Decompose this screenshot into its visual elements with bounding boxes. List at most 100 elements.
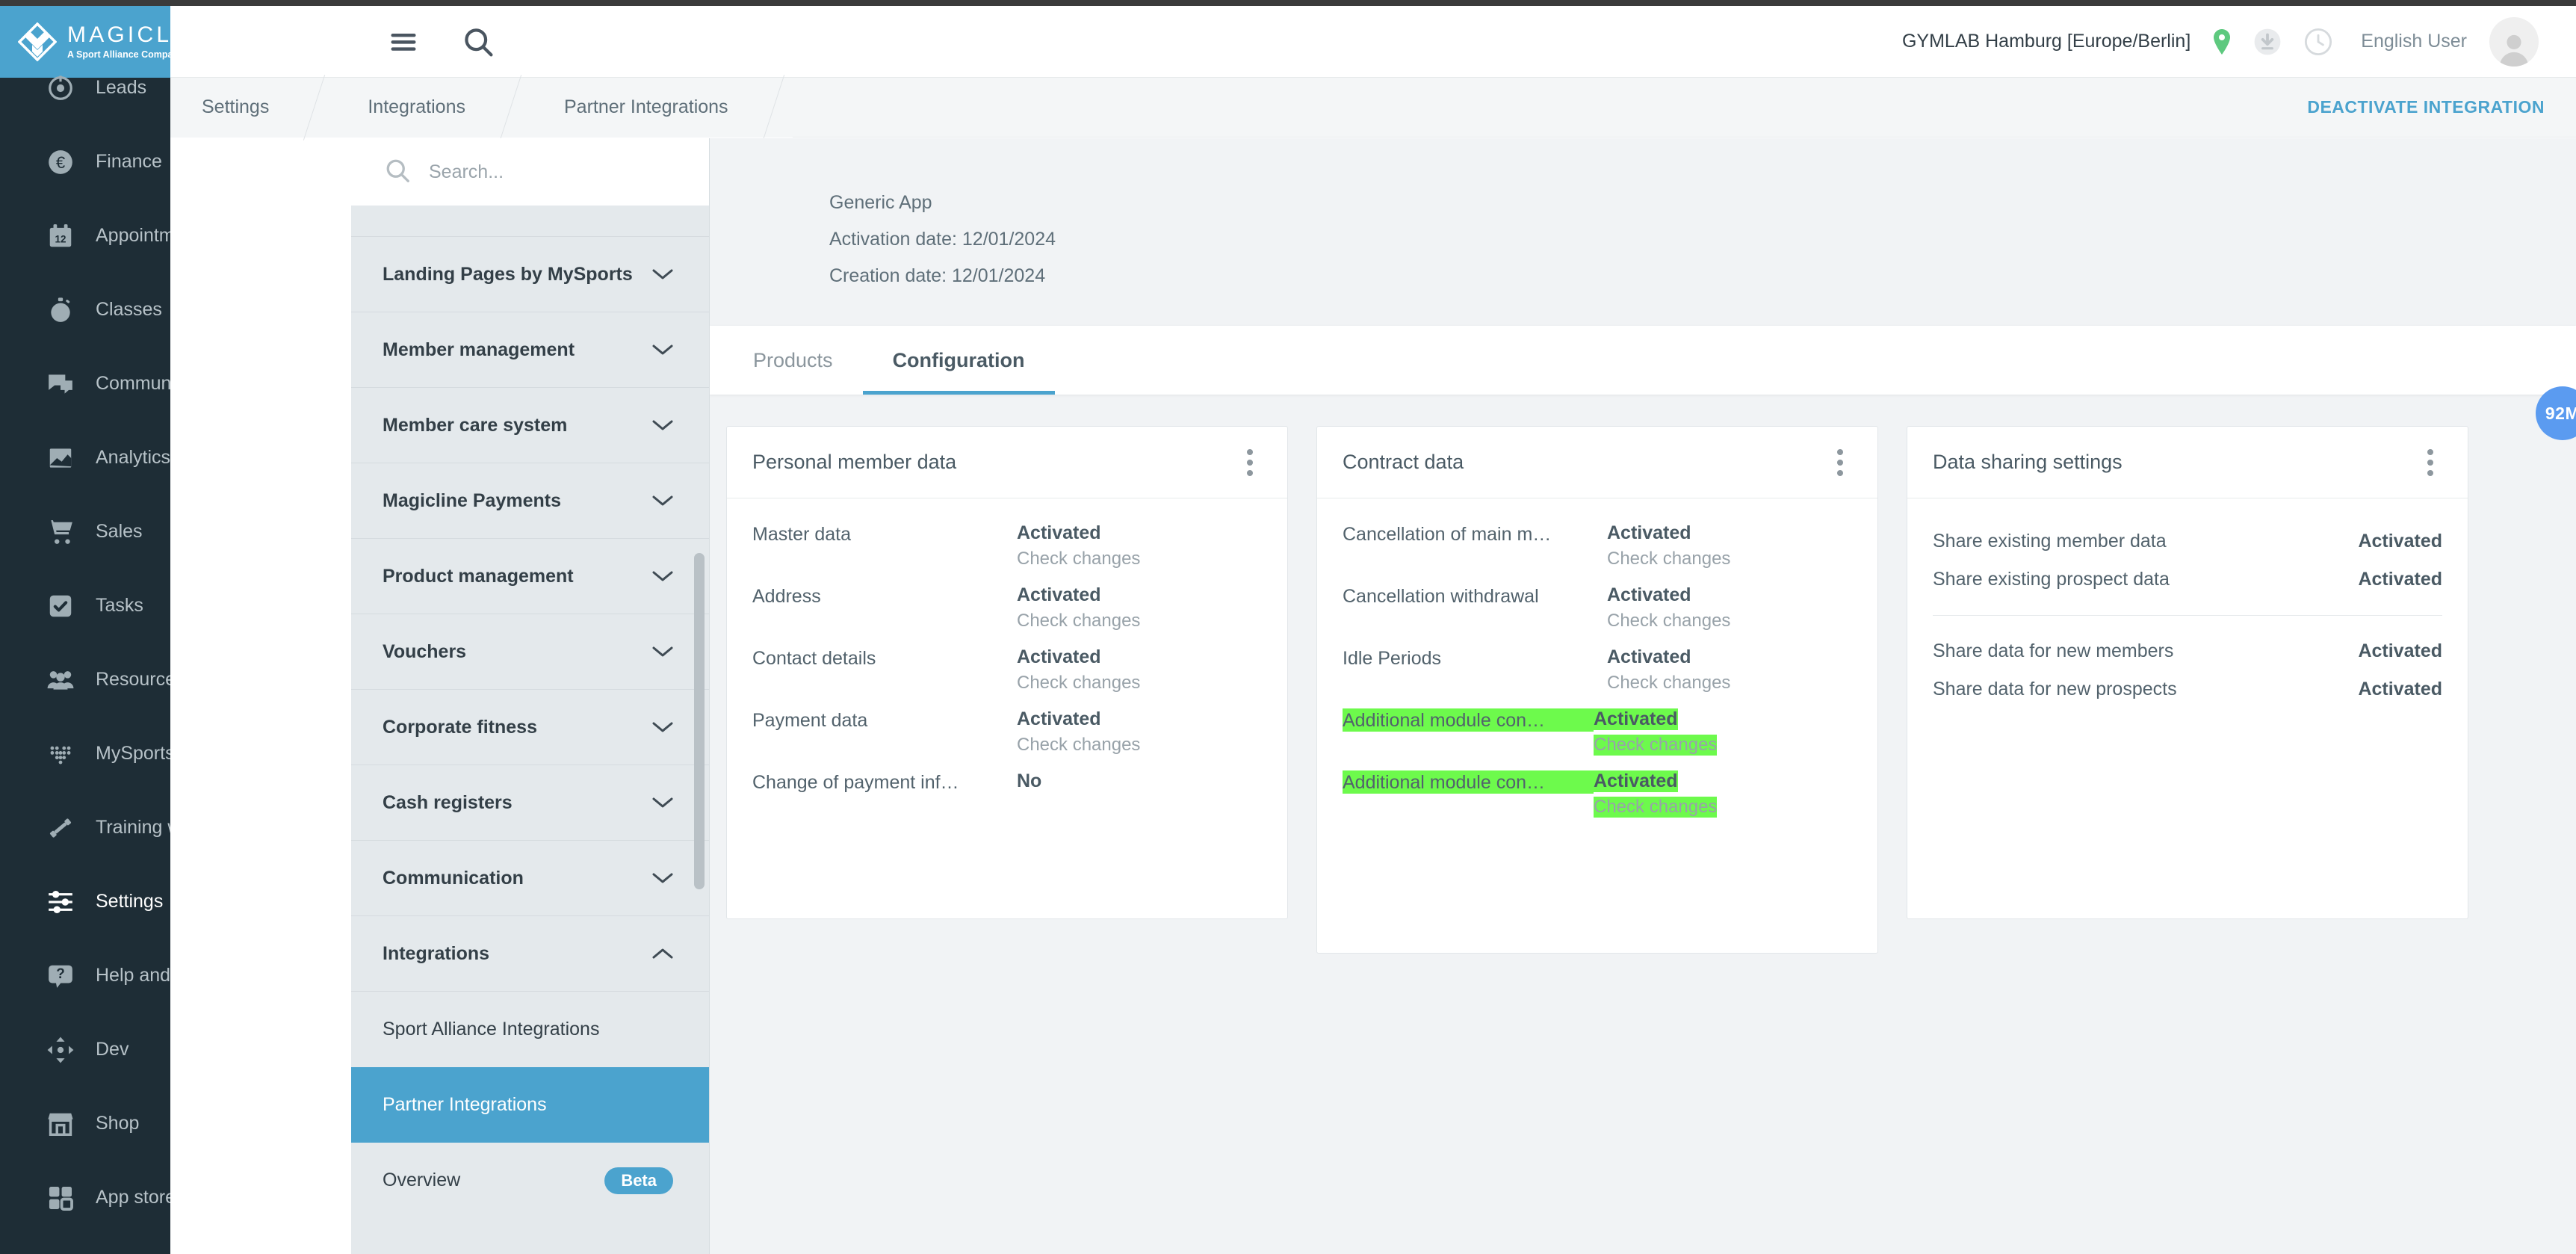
- download-circle-icon[interactable]: [2253, 28, 2282, 56]
- subnav-item-label: Partner Integrations: [383, 1094, 547, 1115]
- people-group-icon: [46, 666, 75, 694]
- sidebar-item-appointments[interactable]: 12 Appointments: [0, 199, 170, 273]
- hamburger-icon[interactable]: [387, 25, 420, 58]
- sidebar-item-sales[interactable]: Sales: [0, 495, 170, 569]
- subnav-scroll-area: Landing Pages by MySports Member managem…: [351, 206, 709, 1218]
- table-row: Master data Activated Check changes: [752, 522, 1262, 569]
- subnav-search-row: [351, 138, 709, 206]
- map-pin-icon[interactable]: [2213, 28, 2231, 55]
- configuration-cards: Personal member data Master data Activat…: [710, 395, 2576, 954]
- check-changes-link[interactable]: Check changes: [1594, 735, 1718, 756]
- subnav-group-magicline-payments[interactable]: Magicline Payments: [351, 463, 709, 539]
- subnav-group-communication[interactable]: Communication: [351, 841, 709, 916]
- row-key: Additional module con…: [1343, 708, 1594, 732]
- integration-summary: Generic App Activation date: 12/01/2024 …: [710, 138, 2576, 294]
- row-value: Activated: [1017, 646, 1101, 667]
- table-row: Additional module con… Activated Check c…: [1343, 708, 1852, 756]
- chevron-down-icon: [652, 344, 673, 356]
- breadcrumb-item-settings[interactable]: Settings: [170, 77, 304, 138]
- sidebar-item-app-store[interactable]: App store: [0, 1161, 170, 1235]
- subnav-item-partner-integrations[interactable]: Partner Integrations: [351, 1067, 709, 1143]
- row-key: Cancellation withdrawal: [1343, 586, 1539, 607]
- check-changes-link[interactable]: Check changes: [1607, 549, 1730, 569]
- sidebar-item-communication[interactable]: Communication: [0, 347, 170, 421]
- subnav-group-member-care-system[interactable]: Member care system: [351, 388, 709, 463]
- subnav-group-cash-registers[interactable]: Cash registers: [351, 765, 709, 841]
- chevron-down-icon: [652, 268, 673, 280]
- card-header: Contract data: [1317, 427, 1877, 498]
- sidebar-nav: Leads € Finance 12 Appointments Classes …: [0, 51, 170, 1235]
- kebab-menu-icon[interactable]: [1241, 443, 1259, 482]
- svg-text:12: 12: [55, 233, 66, 244]
- beta-badge: Beta: [604, 1167, 673, 1194]
- main-content: Generic App Activation date: 12/01/2024 …: [710, 138, 2576, 1254]
- row-value: Activated: [1607, 584, 1691, 605]
- breadcrumb-item-integrations[interactable]: Integrations: [333, 77, 500, 138]
- divider: [1933, 615, 2442, 616]
- check-changes-link[interactable]: Check changes: [1607, 673, 1730, 694]
- table-row: Cancellation of main m… Activated Check …: [1343, 522, 1852, 569]
- chevron-down-icon: [652, 721, 673, 733]
- subnav-group-member-management[interactable]: Member management: [351, 312, 709, 388]
- sidebar-item-tasks[interactable]: Tasks: [0, 569, 170, 643]
- subnav-group-label: Integrations: [383, 942, 490, 964]
- search-input[interactable]: [429, 161, 675, 183]
- table-row: Share existing member data Activated: [1933, 522, 2442, 560]
- deactivate-integration-button[interactable]: DEACTIVATE INTEGRATION: [2307, 97, 2576, 117]
- card-data-sharing-settings: Data sharing settings Share existing mem…: [1907, 426, 2468, 919]
- sidebar-item-label: Resources: [96, 669, 170, 690]
- sidebar-item-resources[interactable]: Resources: [0, 643, 170, 717]
- subnav-scrollbar[interactable]: [694, 553, 705, 889]
- subnav-group-product-management[interactable]: Product management: [351, 539, 709, 614]
- sidebar-item-finance[interactable]: € Finance: [0, 125, 170, 199]
- sidebar-item-dev[interactable]: Dev: [0, 1013, 170, 1087]
- check-changes-link[interactable]: Check changes: [1017, 673, 1140, 694]
- sidebar-item-label: Leads: [96, 77, 147, 98]
- table-row: Share data for new members Activated: [1933, 632, 2442, 670]
- row-value: Activated: [2358, 679, 2442, 699]
- tenant-name[interactable]: GYMLAB Hamburg [Europe/Berlin]: [1902, 31, 2190, 52]
- breadcrumb-item-partner-integrations[interactable]: Partner Integrations: [529, 77, 763, 138]
- subnav-group-integrations[interactable]: Integrations: [351, 916, 709, 992]
- sidebar-item-analytics[interactable]: Analytics: [0, 421, 170, 495]
- sidebar-item-label: Training world: [96, 817, 170, 838]
- sidebar-item-help-and-support[interactable]: ? Help and support: [0, 939, 170, 1013]
- sidebar-item-training-world[interactable]: Training world: [0, 791, 170, 865]
- username-label[interactable]: English User: [2361, 31, 2467, 52]
- kebab-menu-icon[interactable]: [2421, 443, 2439, 482]
- row-value: Activated: [1607, 522, 1691, 543]
- sidebar-item-settings[interactable]: Settings: [0, 865, 170, 939]
- subnav-group-corporate-fitness[interactable]: Corporate fitness: [351, 690, 709, 765]
- check-changes-link[interactable]: Check changes: [1017, 611, 1140, 631]
- sidebar-item-label: Sales: [96, 521, 143, 542]
- check-changes-link[interactable]: Check changes: [1594, 797, 1718, 818]
- brand-name: MAGICLINE: [67, 22, 170, 48]
- dot-heart-icon: [46, 740, 75, 768]
- row-key: Share data for new members: [1933, 640, 2174, 661]
- sidebar-item-leads[interactable]: Leads: [0, 51, 170, 125]
- subnav-group-vouchers[interactable]: Vouchers: [351, 614, 709, 690]
- check-changes-link[interactable]: Check changes: [1017, 735, 1140, 756]
- subnav-group-label: Product management: [383, 565, 574, 587]
- sidebar-item-label: Analytics: [96, 447, 170, 468]
- check-changes-link[interactable]: Check changes: [1607, 611, 1730, 631]
- kebab-menu-icon[interactable]: [1831, 443, 1849, 482]
- subnav-group-landing-pages-by-mysports[interactable]: Landing Pages by MySports: [351, 237, 709, 312]
- move-crosshair-icon: [46, 1036, 75, 1064]
- tab-configuration[interactable]: Configuration: [862, 326, 1055, 395]
- top-header-bar: GYMLAB Hamburg [Europe/Berlin] English U…: [170, 6, 2576, 78]
- tab-products[interactable]: Products: [723, 326, 863, 395]
- check-changes-link[interactable]: Check changes: [1017, 549, 1140, 569]
- card-body: Cancellation of main m… Activated Check …: [1317, 498, 1877, 818]
- sidebar-item-classes[interactable]: Classes: [0, 273, 170, 347]
- avatar[interactable]: [2489, 16, 2539, 67]
- card-body: Share existing member data Activated Sha…: [1907, 498, 2468, 708]
- search-icon[interactable]: [462, 25, 495, 58]
- subnav-item-sport-alliance-integrations[interactable]: Sport Alliance Integrations: [351, 992, 709, 1067]
- sidebar-item-mysports[interactable]: MySports: [0, 717, 170, 791]
- sidebar-item-shop[interactable]: Shop: [0, 1087, 170, 1161]
- clock-circle-icon[interactable]: [2304, 28, 2332, 56]
- subnav-top-spacer: [351, 206, 709, 237]
- sidebar-item-label: Communication: [96, 373, 170, 394]
- subnav-item-overview[interactable]: Overview Beta: [351, 1143, 709, 1218]
